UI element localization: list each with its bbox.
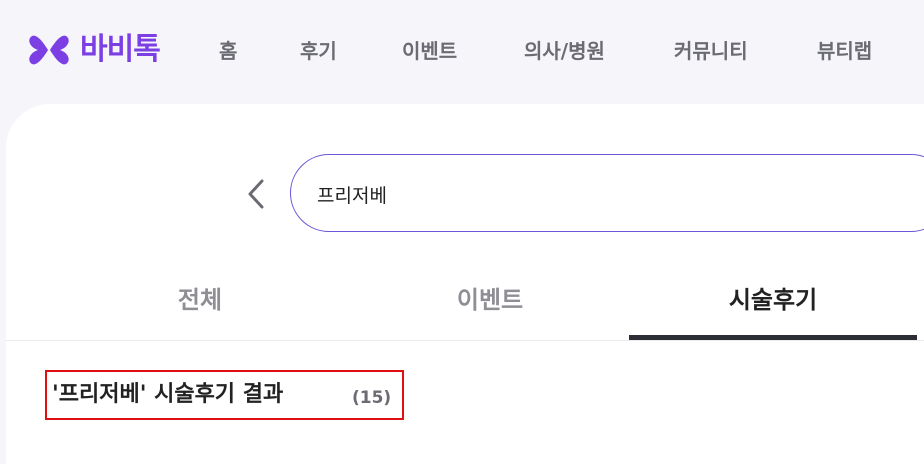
results-heading: '프리저베' 시술후기 결과 (52, 382, 284, 407)
tab-events[interactable]: 이벤트 (360, 282, 620, 322)
chevron-left-icon (248, 179, 264, 209)
search-bar[interactable] (290, 154, 924, 232)
tab-procedure-reviews[interactable]: 시술후기 (630, 282, 916, 322)
brand-logo[interactable]: 바비톡 (26, 30, 161, 70)
nav-item-reviews[interactable]: 후기 (300, 38, 337, 64)
nav-item-doctors-hospitals[interactable]: 의사/병원 (524, 38, 605, 64)
nav-item-events[interactable]: 이벤트 (402, 38, 457, 64)
butterfly-logo-icon (29, 35, 69, 65)
nav-item-home[interactable]: 홈 (219, 38, 237, 64)
nav-item-community[interactable]: 커뮤니티 (674, 38, 748, 64)
tabs-divider (6, 340, 924, 341)
brand-name: 바비톡 (80, 32, 161, 67)
tab-all[interactable]: 전체 (80, 282, 320, 322)
top-navigation-bar: 바비톡 홈 후기 이벤트 의사/병원 커뮤니티 뷰티랩 (0, 0, 924, 104)
nav-item-beautylab[interactable]: 뷰티랩 (817, 38, 872, 64)
results-count: (15) (352, 388, 392, 408)
back-button[interactable] (236, 172, 276, 216)
search-input[interactable] (315, 177, 879, 211)
